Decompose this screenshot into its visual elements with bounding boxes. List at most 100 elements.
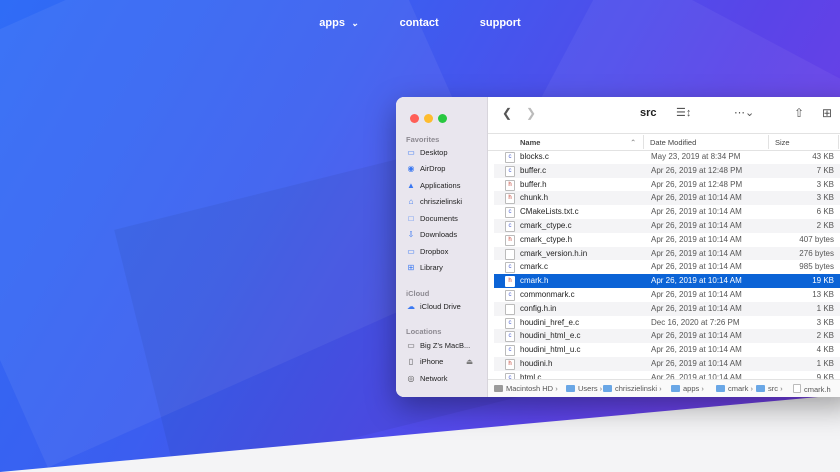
file-size: 985 bytes	[799, 262, 834, 272]
window-controls	[410, 110, 452, 128]
file-size: 43 KB	[812, 152, 834, 161]
sidebar-item-home[interactable]: ⌂ chriszielinski	[406, 197, 463, 206]
grid-icon[interactable]: ⊞	[822, 106, 832, 120]
back-icon[interactable]: ❮	[502, 106, 512, 120]
file-row[interactable]: c houdini_html_u.c Apr 26, 2019 at 10:14 A…	[494, 343, 840, 357]
sidebar-item-downloads[interactable]: ⇩ Downloads	[406, 230, 457, 239]
nav-apps[interactable]: apps ⌄	[319, 17, 358, 29]
folder-icon	[756, 385, 765, 392]
nav-support[interactable]: support	[480, 17, 521, 29]
sidebar-item-dropbox[interactable]: ▭ Dropbox	[406, 247, 448, 256]
folder-icon	[566, 385, 575, 392]
file-date: Apr 26, 2019 at 10:14 AM	[651, 303, 742, 313]
c-file-icon: c	[505, 152, 515, 163]
path-segment[interactable]: src ›	[756, 384, 783, 393]
file-row[interactable]: c buffer.c Apr 26, 2019 at 12:48 PM 7 KB	[494, 163, 840, 178]
sidebar-item-network[interactable]: ◎ Network	[406, 374, 448, 383]
file-date: Apr 26, 2019 at 10:14 AM	[651, 276, 742, 286]
sidebar-item-desktop[interactable]: ▭ Desktop	[406, 148, 447, 157]
file-row[interactable]: h cmark_ctype.h Apr 26, 2019 at 10:14 AM 40…	[494, 233, 840, 247]
file-row[interactable]: c houdini_href_e.c Dec 16, 2020 at 7:26 PM…	[494, 316, 840, 330]
chevron-right-icon: ›	[778, 384, 783, 393]
minimize-button[interactable]	[424, 114, 433, 123]
cloud-icon: ☁	[407, 302, 415, 311]
chevron-right-icon: ›	[597, 384, 603, 393]
file-size: 1 KB	[816, 359, 834, 368]
file-name: cmark_version.h.in	[520, 248, 588, 258]
header-file-icon: h	[505, 234, 515, 246]
zoom-button[interactable]	[438, 114, 447, 123]
path-segment[interactable]: cmark ›	[716, 384, 753, 393]
file-name: houdini_href_e.c	[520, 317, 580, 327]
file-date: Apr 26, 2019 at 10:14 AM	[651, 262, 742, 272]
path-segment[interactable]: Macintosh HD ›	[494, 384, 558, 393]
file-row[interactable]: config.h.in Apr 26, 2019 at 10:14 AM 1 KB	[494, 301, 840, 316]
file-name: cmark_ctype.c	[520, 221, 572, 230]
file-name: buffer.h	[520, 179, 547, 189]
nav-contact[interactable]: contact	[400, 17, 439, 29]
sidebar-item-applications[interactable]: ▲ Applications	[406, 181, 460, 190]
c-file-icon: c	[505, 290, 515, 301]
path-label: Macintosh HD	[506, 384, 554, 393]
path-label: apps	[683, 384, 700, 393]
file-date: Dec 16, 2020 at 7:26 PM	[651, 317, 740, 327]
sidebar-item-icloud-drive[interactable]: ☁ iCloud Drive	[406, 302, 461, 311]
sidebar-item-macbook[interactable]: ▭ Big Z's MacB...	[406, 341, 470, 350]
file-row[interactable]: h chunk.h Apr 26, 2019 at 10:14 AM 3 KB	[494, 191, 840, 206]
file-row[interactable]: c blocks.c May 23, 2019 at 8:34 PM 43 KB	[494, 150, 840, 164]
close-button[interactable]	[410, 114, 419, 123]
file-name: commonmark.c	[520, 290, 575, 299]
file-row[interactable]: c CMakeLists.txt.c Apr 26, 2019 at 10:14 A…	[494, 205, 840, 219]
path-segment[interactable]: cmark.h	[793, 384, 831, 394]
sidebar-item-documents[interactable]: □ Documents	[406, 214, 458, 223]
column-date[interactable]: Date Modified	[650, 138, 696, 147]
file-name: buffer.c	[520, 165, 547, 175]
file-size: 13 KB	[812, 290, 834, 299]
path-segment[interactable]: chriszielinski ›	[603, 384, 662, 393]
file-date: Apr 26, 2019 at 10:14 AM	[651, 331, 742, 341]
share-icon[interactable]: ⇧	[794, 106, 804, 120]
window-title: src	[640, 107, 657, 119]
file-size: 3 KB	[816, 179, 834, 189]
file-row[interactable]: c commonmark.c Apr 26, 2019 at 10:14 AM 13 …	[494, 288, 840, 302]
path-bar: Macintosh HD › Users › chriszielinski › app…	[488, 379, 840, 397]
folder-icon	[716, 385, 725, 392]
file-size: 2 KB	[816, 221, 834, 230]
file-row[interactable]: c houdini_html_e.c Apr 26, 2019 at 10:14 A…	[494, 329, 840, 344]
applications-icon: ▲	[407, 181, 415, 190]
folder-icon	[793, 384, 801, 393]
sidebar-heading-locations: Locations	[406, 327, 442, 336]
phone-icon: ▯	[408, 357, 414, 366]
eject-icon[interactable]: ⏏	[466, 357, 473, 366]
file-name: cmark_ctype.h	[520, 234, 573, 244]
file-row[interactable]: c cmark.c Apr 26, 2019 at 10:14 AM 985 byte…	[494, 260, 840, 274]
sidebar-item-library[interactable]: ⊞ Library	[406, 263, 443, 272]
file-row[interactable]: cmark_version.h.in Apr 26, 2019 at 10:14 …	[494, 246, 840, 261]
path-segment[interactable]: Users ›	[566, 384, 602, 393]
chevron-down-icon: ⌄	[350, 18, 359, 28]
file-row[interactable]: h cmark.h Apr 26, 2019 at 10:14 AM 19 KB	[494, 274, 840, 288]
forward-icon[interactable]: ❯	[526, 106, 536, 120]
file-size: 3 KB	[816, 193, 834, 203]
column-name[interactable]: Name	[520, 138, 540, 147]
file-row[interactable]: c cmark_ctype.c Apr 26, 2019 at 10:14 AM 2 …	[494, 219, 840, 233]
desktop-icon: ▭	[407, 148, 415, 157]
c-file-icon: c	[505, 165, 515, 177]
file-date: Apr 26, 2019 at 12:48 PM	[651, 179, 743, 189]
file-row[interactable]: h houdini.h Apr 26, 2019 at 10:14 AM 1 KB	[494, 357, 840, 371]
file-date: Apr 26, 2019 at 12:48 PM	[651, 165, 743, 175]
file-date: Apr 26, 2019 at 10:14 AM	[651, 290, 742, 299]
path-label: Users	[578, 384, 598, 393]
file-row[interactable]: h buffer.h Apr 26, 2019 at 12:48 PM 3 KB	[494, 178, 840, 192]
column-size[interactable]: Size	[775, 138, 790, 147]
sidebar-item-iphone[interactable]: ▯ iPhone ⏏	[406, 357, 473, 366]
sidebar-item-airdrop[interactable]: ◉ AirDrop	[406, 164, 446, 173]
more-actions-icon[interactable]: ⋯⌄	[734, 106, 754, 119]
path-segment[interactable]: apps ›	[671, 384, 704, 393]
file-name: config.h.in	[520, 303, 557, 313]
file-date: Apr 26, 2019 at 10:14 AM	[651, 345, 742, 355]
header-file-icon: h	[505, 276, 515, 288]
list-view-icon[interactable]: ☰↕	[676, 106, 691, 119]
top-nav: apps ⌄ contact support	[0, 17, 840, 29]
finder-toolbar: ❮ ❯ src ☰↕ ⋯⌄ ⇧ ⊞	[488, 97, 840, 134]
